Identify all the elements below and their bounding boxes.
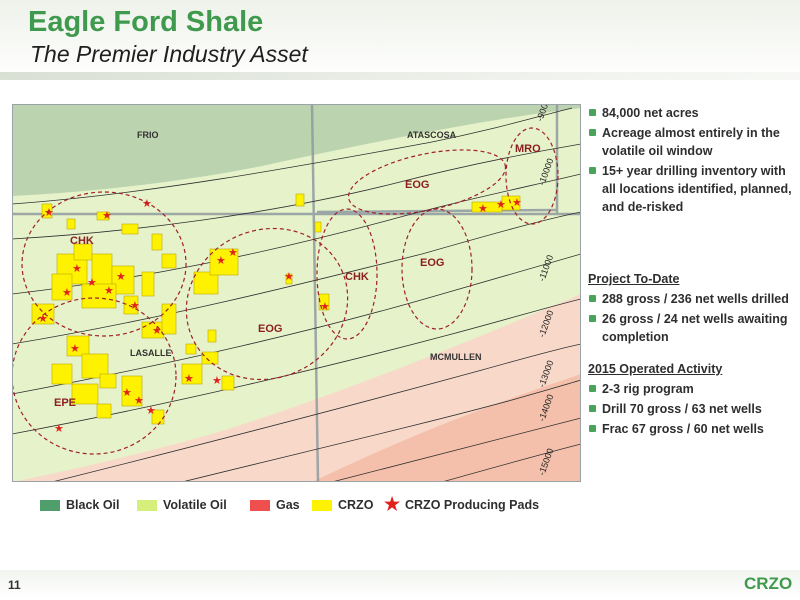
bullet-item: 26 gross / 24 net wells awaiting complet… [588, 310, 798, 346]
bullet-square-icon [589, 295, 596, 302]
activity-heading: 2015 Operated Activity [588, 362, 723, 376]
star-icon: ★ [116, 271, 126, 283]
legend-label: CRZO [338, 498, 374, 512]
county-label: ATASCOSA [407, 130, 457, 140]
star-icon: ★ [152, 325, 162, 337]
operator-label: EOG [405, 179, 429, 191]
star-icon: ★ [87, 277, 97, 289]
page-title: Eagle Ford Shale [28, 6, 264, 38]
star-icon: ★ [284, 271, 294, 283]
star-icon: ★ [228, 247, 238, 259]
legend-swatch [312, 500, 332, 511]
bullet-item: 288 gross / 236 net wells drilled [588, 290, 798, 308]
bullet-item: Frac 67 gross / 60 net wells [588, 420, 798, 438]
bullet-item: Drill 70 gross / 63 net wells [588, 400, 798, 418]
bullet-square-icon [589, 167, 596, 174]
star-icon: ★ [102, 210, 112, 222]
star-icon: ★ [184, 373, 194, 385]
star-icon: ★ [212, 375, 222, 387]
legend-label: Volatile Oil [163, 498, 227, 512]
bullet-item: Acreage almost entirely in the volatile … [588, 124, 798, 160]
star-icon: ★ [72, 263, 82, 275]
legend-swatch [250, 500, 270, 511]
summary-bullets: 84,000 net acres Acreage almost entirely… [588, 104, 798, 440]
legend-swatch [40, 500, 60, 511]
star-icon: ★ [134, 395, 144, 407]
bullet-square-icon [589, 315, 596, 322]
star-icon: ★ [104, 285, 114, 297]
star-icon: ★ [70, 343, 80, 355]
header-banner: Eagle Ford Shale The Premier Industry As… [0, 0, 800, 80]
operator-label: CHK [345, 271, 369, 283]
legend-label: Gas [276, 498, 300, 512]
page-subtitle: The Premier Industry Asset [30, 41, 308, 67]
company-logo: CRZO [744, 574, 793, 593]
bullet-square-icon [589, 405, 596, 412]
page-number: 11 [8, 578, 21, 592]
county-label: LASALLE [130, 348, 172, 358]
operator-label: CHK [70, 235, 94, 247]
footer-bar [0, 570, 800, 598]
operator-label: MRO [515, 143, 541, 155]
star-icon: ★ [142, 198, 152, 210]
star-icon: ★ [496, 199, 506, 211]
county-label: MCMULLEN [430, 352, 482, 362]
star-icon: ★ [216, 255, 226, 267]
bullet-item: 2-3 rig program [588, 380, 798, 398]
star-icon: ★ [122, 387, 132, 399]
project-bullet-list: 288 gross / 236 net wells drilled 26 gro… [588, 290, 798, 346]
legend-label: Black Oil [66, 498, 120, 512]
star-icon: ★ [44, 207, 54, 219]
bullet-item: 84,000 net acres [588, 104, 798, 122]
activity-bullet-list: 2-3 rig program Drill 70 gross / 63 net … [588, 380, 798, 438]
bullet-square-icon [589, 425, 596, 432]
eagle-ford-map: ★ ★ ★ ★ ★ ★ ★ ★ ★ ★ ★ ★ ★ ★ ★ ★ ★ ★ ★ ★ [12, 104, 581, 482]
star-icon: ★ [62, 287, 72, 299]
star-icon: ★ [478, 203, 488, 215]
operator-label: EPE [54, 397, 76, 409]
star-icon: ★ [384, 494, 401, 514]
top-bullet-list: 84,000 net acres Acreage almost entirely… [588, 104, 798, 216]
bullet-square-icon [589, 129, 596, 136]
legend-swatch [137, 500, 157, 511]
star-icon: ★ [512, 197, 522, 209]
bullet-item: 15+ year drilling inventory with all loc… [588, 162, 798, 216]
operator-label: EOG [420, 257, 444, 269]
county-label: FRIO [137, 130, 159, 140]
legend-label: CRZO Producing Pads [405, 498, 540, 512]
operator-label: EOG [258, 323, 282, 335]
map-canvas: ★ ★ ★ ★ ★ ★ ★ ★ ★ ★ ★ ★ ★ ★ ★ ★ ★ ★ ★ ★ [12, 104, 581, 482]
bullet-square-icon [589, 385, 596, 392]
bullet-square-icon [589, 109, 596, 116]
project-heading: Project To-Date [588, 272, 680, 286]
star-icon: ★ [54, 423, 64, 435]
star-icon: ★ [146, 405, 156, 417]
